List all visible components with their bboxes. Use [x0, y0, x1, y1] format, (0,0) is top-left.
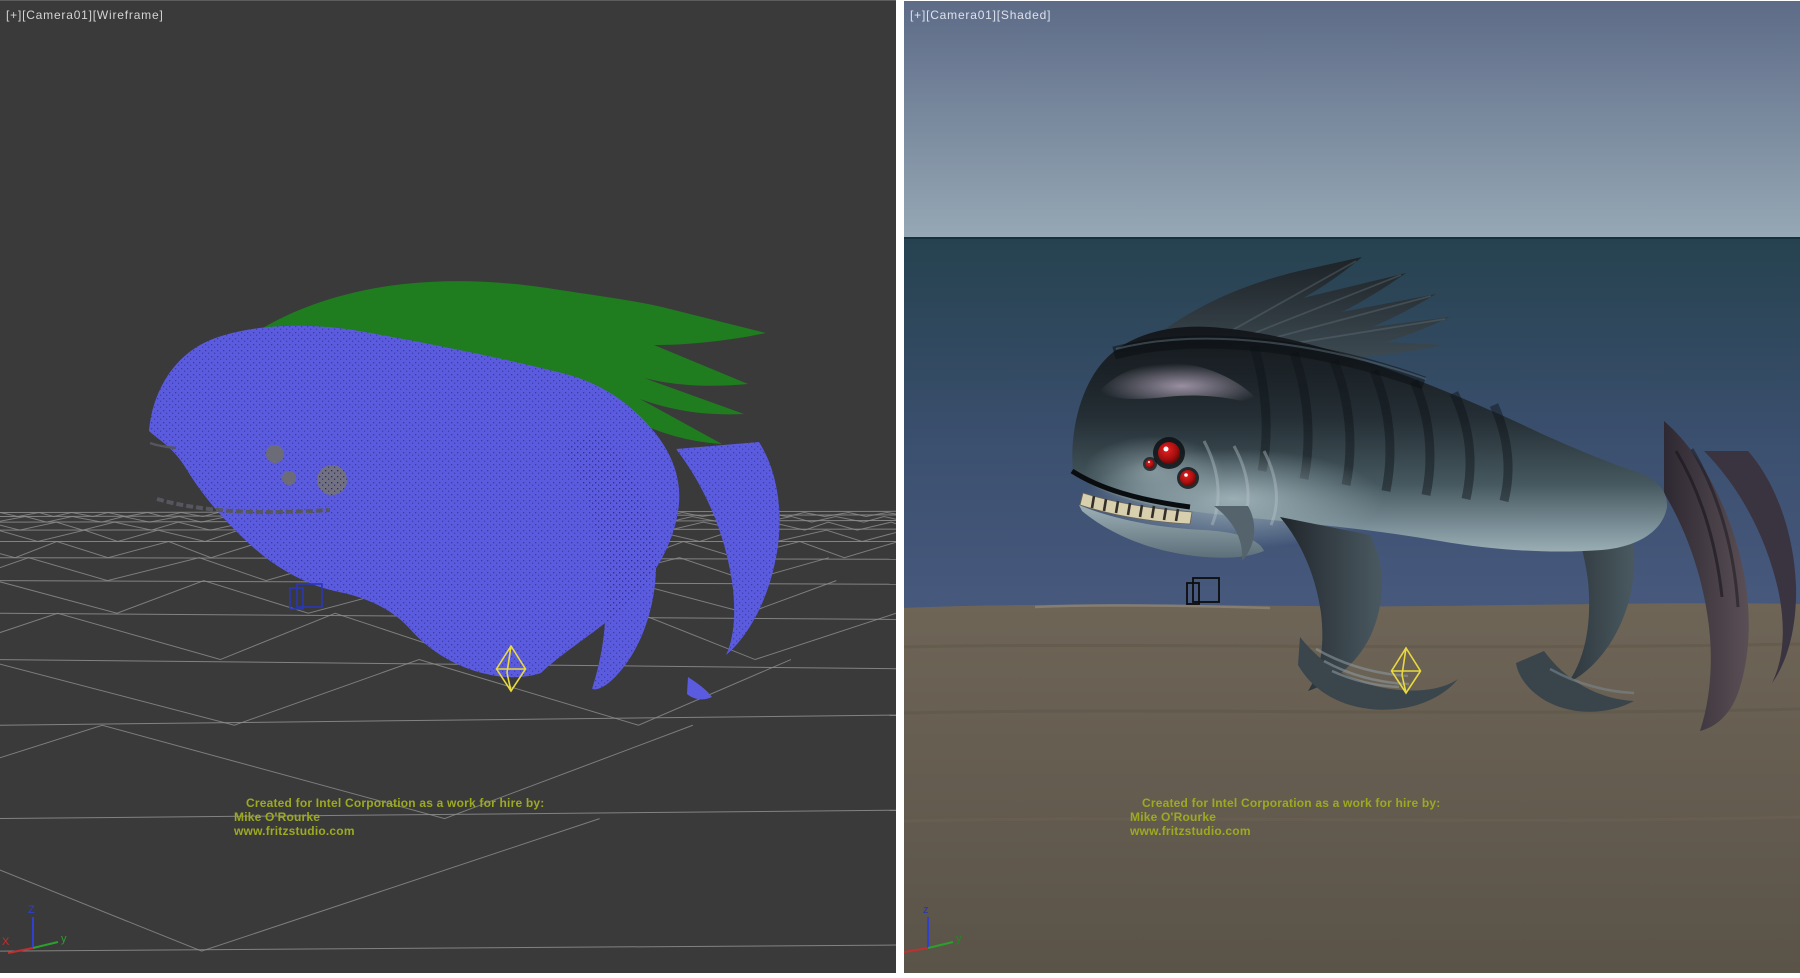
watermark-line: Created for Intel Corporation as a work … [234, 796, 594, 810]
watermark-line: Mike O'Rourke [234, 810, 594, 824]
viewport-wireframe[interactable]: X y Z [+][Camera01][Wireframe] Created f… [0, 0, 896, 973]
viewport-label-shaded[interactable]: [+][Camera01][Shaded] [910, 8, 1051, 22]
viewport-label-wireframe[interactable]: [+][Camera01][Wireframe] [6, 8, 164, 22]
watermark-text: Created for Intel Corporation as a work … [234, 796, 594, 838]
red-eye [1158, 442, 1180, 464]
watermark-line: www.fritzstudio.com [1130, 824, 1490, 838]
watermark-text: Created for Intel Corporation as a work … [1130, 796, 1490, 838]
axis-x-label: X [2, 936, 10, 948]
axis-z-label: Z [28, 904, 35, 916]
axis-y-label: y [61, 933, 67, 945]
red-eye [1146, 460, 1155, 469]
axis-y-label: y [956, 933, 962, 945]
viewport-shaded[interactable]: y z [+][Camera01][Shaded] Created for In… [904, 0, 1800, 973]
axis-z-label: z [923, 904, 929, 916]
dual-viewport-stage: X y Z [+][Camera01][Wireframe] Created f… [0, 0, 1800, 978]
watermark-line: Created for Intel Corporation as a work … [1130, 796, 1490, 810]
watermark-line: Mike O'Rourke [1130, 810, 1490, 824]
fish-eye-small2 [282, 471, 296, 485]
watermark-line: www.fritzstudio.com [234, 824, 594, 838]
red-eye [1180, 470, 1196, 486]
fish-eye-small [266, 445, 284, 463]
sky [904, 1, 1800, 238]
axis-gizmo: X y Z [2, 904, 67, 953]
box-helper[interactable] [290, 584, 322, 609]
